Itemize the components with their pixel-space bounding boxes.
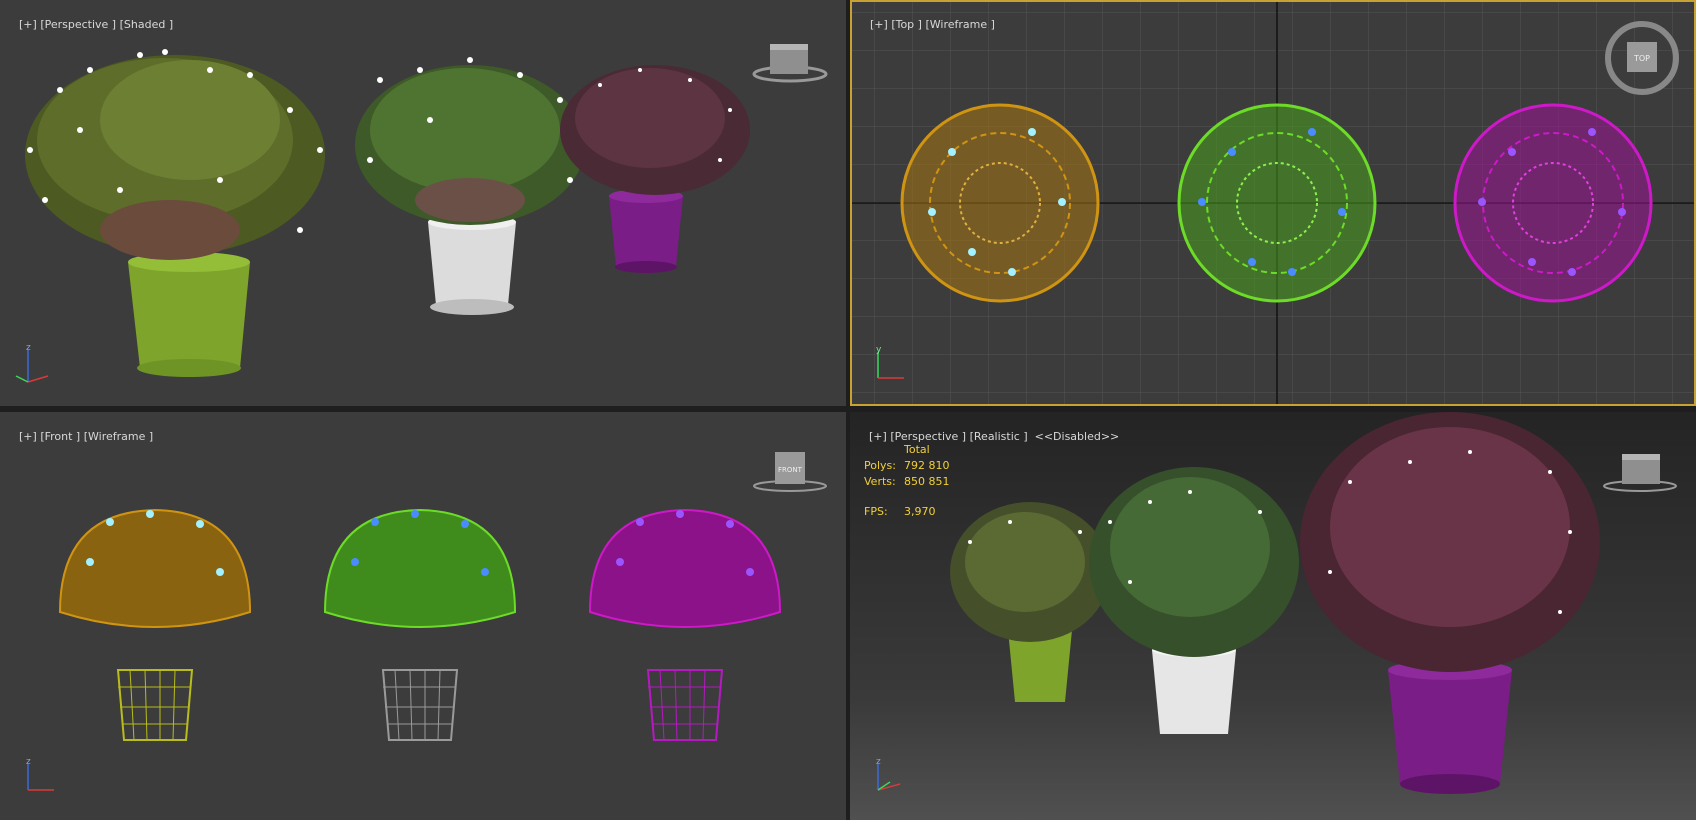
viewcube[interactable]: [1603, 454, 1677, 492]
viewcube-label: FRONT: [778, 466, 803, 474]
plant-medium-white-pot[interactable]: [355, 65, 585, 315]
plant-top-orange[interactable]: [900, 103, 1100, 303]
viewport-canvas[interactable]: z: [850, 412, 1696, 820]
verts-value: 850 851: [904, 475, 950, 488]
disabled-indicator[interactable]: <<Disabled>>: [1035, 430, 1120, 443]
stats-header: Total: [904, 443, 930, 456]
axis-y-label: y: [876, 345, 882, 355]
viewport-label[interactable]: [+] [Front ] [Wireframe ]: [5, 417, 153, 456]
viewport-canvas[interactable]: z: [0, 0, 846, 406]
shading-mode-menu[interactable]: [Wireframe ]: [84, 430, 153, 443]
viewcube[interactable]: FRONT: [753, 452, 827, 492]
view-type-menu[interactable]: [Perspective ]: [40, 18, 116, 31]
viewport-plus-menu[interactable]: [+]: [870, 18, 888, 31]
axis-tripod: z: [26, 757, 54, 791]
axis-z-label: z: [26, 343, 31, 353]
viewport-perspective-shaded[interactable]: z [+] [Perspective ] [Shaded ]: [0, 0, 846, 406]
shading-mode-menu[interactable]: [Wireframe ]: [925, 18, 994, 31]
verts-label: Verts:: [864, 475, 896, 488]
axis-tripod: z: [876, 757, 901, 791]
viewport-canvas[interactable]: FRONT z: [0, 412, 846, 820]
plant-front-orange[interactable]: [58, 508, 252, 741]
viewport-label[interactable]: [+] [Perspective ] [Shaded ]: [5, 5, 173, 44]
plant-realistic-purple-pot[interactable]: [1300, 412, 1600, 794]
fps-value: 3,970: [904, 505, 936, 518]
viewport-top-wireframe[interactable]: TOP y [+] [Top ] [Wireframe ]: [850, 0, 1696, 406]
plant-top-green[interactable]: [1177, 103, 1377, 303]
plant-front-magenta[interactable]: [588, 508, 782, 741]
plant-front-green[interactable]: [323, 508, 517, 741]
axis-z-label: z: [26, 757, 31, 767]
viewport-canvas[interactable]: TOP y: [852, 2, 1694, 404]
statistics-overlay: Total Polys: 792 810 Verts: 850 851 FPS: 3,…: [864, 442, 950, 520]
view-type-menu[interactable]: [Top ]: [891, 18, 922, 31]
viewport-plus-menu[interactable]: [+]: [19, 18, 37, 31]
viewport-front-wireframe[interactable]: FRONT z [+] [Front ] [Wireframe ]: [0, 412, 846, 820]
viewport-label[interactable]: [+] [Top ] [Wireframe ]: [856, 5, 995, 44]
viewport-perspective-realistic[interactable]: z [+] [Perspective ] [Realistic ] <<Disa…: [850, 412, 1696, 820]
plant-large-green-pot[interactable]: [25, 55, 325, 377]
plant-realistic-green-pot[interactable]: [950, 502, 1110, 702]
polys-value: 792 810: [904, 459, 950, 472]
viewport-plus-menu[interactable]: [+]: [19, 430, 37, 443]
viewcube[interactable]: [752, 44, 828, 83]
plant-realistic-white-pot[interactable]: [1089, 467, 1299, 734]
axis-z-label: z: [876, 757, 881, 767]
viewcube-label: TOP: [1633, 54, 1650, 63]
polys-label: Polys:: [864, 459, 896, 472]
viewport-splitter-horizontal[interactable]: [0, 406, 1696, 412]
view-type-menu[interactable]: [Front ]: [40, 430, 80, 443]
axis-tripod: z: [15, 343, 49, 383]
plant-small-purple-pot[interactable]: [560, 65, 750, 273]
fps-label: FPS:: [864, 505, 888, 518]
shading-mode-menu[interactable]: [Realistic ]: [970, 430, 1028, 443]
shading-mode-menu[interactable]: [Shaded ]: [120, 18, 174, 31]
